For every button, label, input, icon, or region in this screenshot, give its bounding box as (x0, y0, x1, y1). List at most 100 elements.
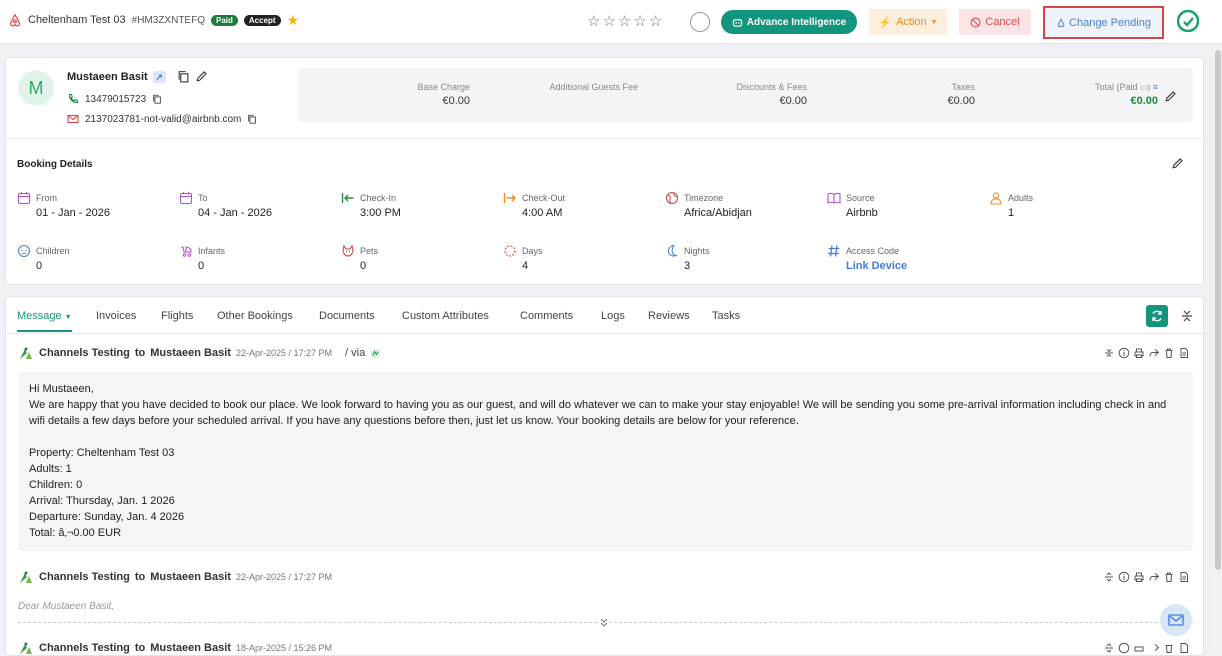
change-pending-button[interactable]: Change Pending (1043, 6, 1164, 39)
timezone: Timezone Africa/Abidjan (665, 191, 815, 223)
compose-message-button[interactable] (1160, 604, 1192, 636)
print-icon[interactable] (1133, 347, 1145, 359)
trash-icon[interactable] (1163, 571, 1175, 583)
tab-documents[interactable]: Documents (319, 310, 375, 322)
access-code: Access Code Link Device (827, 244, 977, 276)
link-device-link[interactable]: Link Device (846, 260, 907, 272)
rating-star-icon[interactable]: ☆ (649, 12, 662, 30)
message-actions (1103, 571, 1190, 583)
message-actions (1103, 347, 1190, 359)
tab-flights[interactable]: Flights (161, 310, 193, 322)
print-icon[interactable] (1133, 571, 1145, 583)
total: Total (Paid ▭) ≡ €0.00 (1038, 82, 1158, 107)
from-value: 01 - Jan - 2026 (36, 207, 110, 219)
phone-row: 13479015723 (67, 93, 162, 105)
copy-phone-icon[interactable] (152, 94, 162, 104)
message-actions (1103, 642, 1190, 654)
info-icon[interactable] (1118, 642, 1130, 654)
tabs-bar: Message ▼ Invoices Flights Other Booking… (6, 297, 1205, 334)
tab-other-bookings[interactable]: Other Bookings (217, 310, 293, 322)
globe-icon (665, 191, 679, 205)
expand-chevron-icon[interactable] (598, 616, 610, 628)
message-header[interactable]: Channels Testing to Mustaeen Basit 18-Ap… (18, 641, 332, 655)
message-header[interactable]: Channels Testing to Mustaeen Basit 22-Ap… (18, 346, 381, 360)
infants-label: Infants (198, 246, 226, 256)
children: Children 0 (17, 244, 167, 276)
total-value: €0.00 (1130, 95, 1158, 107)
external-link-icon[interactable]: ↗ (152, 70, 166, 83)
caret-down-icon: ▼ (64, 314, 72, 321)
caret-down-icon: ▼ (930, 18, 938, 26)
expand-message-icon[interactable] (1103, 571, 1115, 583)
action-label: Action (896, 16, 927, 28)
to-label: To (198, 193, 208, 203)
message-to: to (134, 642, 146, 654)
pets-label: Pets (360, 246, 379, 256)
collapse-all-button[interactable] (1176, 305, 1198, 327)
forward-icon[interactable] (1148, 571, 1160, 583)
copy-icon[interactable] (177, 70, 190, 83)
print-icon[interactable] (1133, 642, 1145, 654)
expand-message-icon[interactable] (1103, 642, 1115, 654)
edit-pencil-icon[interactable] (195, 70, 208, 83)
message-recipient: Mustaeen Basit (150, 642, 231, 654)
booking-code: #HM3ZXNTEFQ (131, 14, 205, 26)
action-button[interactable]: ⚡ Action ▼ (869, 9, 947, 35)
change-pending-label: Change Pending (1069, 16, 1151, 29)
guest-avatar: M (18, 70, 54, 106)
message-sender: Channels Testing (39, 642, 130, 654)
rating-stars[interactable]: ☆ ☆ ☆ ☆ ☆ (587, 12, 662, 30)
message-to: to (134, 571, 146, 583)
message-line: Total: â‚¬0.00 EUR (29, 527, 122, 539)
tab-custom-attributes[interactable]: Custom Attributes (402, 310, 489, 322)
rating-star-icon[interactable]: ☆ (587, 12, 600, 30)
tab-logs[interactable]: Logs (601, 310, 625, 322)
trash-icon[interactable] (1163, 347, 1175, 359)
document-icon[interactable] (1178, 642, 1190, 654)
tab-tasks[interactable]: Tasks (712, 310, 740, 322)
edit-booking-details-icon[interactable] (1171, 157, 1184, 170)
tab-invoices[interactable]: Invoices (96, 310, 136, 322)
message-header[interactable]: Channels Testing to Mustaeen Basit 22-Ap… (18, 570, 332, 584)
info-icon[interactable] (1118, 571, 1130, 583)
favorite-star-icon[interactable]: ★ (287, 13, 300, 27)
message-recipient: Mustaeen Basit (150, 571, 231, 583)
rating-star-icon[interactable]: ☆ (618, 12, 631, 30)
rating-star-icon[interactable]: ☆ (633, 12, 646, 30)
refresh-button[interactable] (1146, 305, 1168, 327)
infants-value: 0 (198, 260, 205, 272)
tab-reviews[interactable]: Reviews (648, 310, 690, 322)
document-icon[interactable] (1178, 347, 1190, 359)
total-label-row: Total (Paid ▭) ≡ (1038, 82, 1158, 92)
email-row: 2137023781-not-valid@airbnb.com (67, 113, 257, 125)
document-icon[interactable] (1178, 571, 1190, 583)
message-line: Adults: 1 (29, 463, 72, 475)
user-avatar-icon[interactable] (1177, 10, 1199, 32)
rating-star-icon[interactable]: ☆ (602, 12, 615, 30)
cancel-button[interactable]: Cancel (959, 9, 1031, 35)
lightning-icon: ⚡ (878, 16, 893, 29)
collapse-message-icon[interactable] (1103, 347, 1115, 359)
airbnb-small-icon (1057, 17, 1065, 27)
forward-icon[interactable] (1148, 642, 1160, 654)
status-toggle[interactable] (690, 12, 710, 32)
airbnb-icon (10, 13, 20, 27)
days: Days 4 (503, 244, 653, 276)
taxes-label: Taxes (951, 82, 975, 92)
trash-icon[interactable] (1163, 642, 1175, 654)
charges-summary: Base Charge €0.00 Additional Guests Fee … (298, 68, 1193, 122)
tab-comments[interactable]: Comments (520, 310, 573, 322)
tab-message[interactable]: Message ▼ (17, 310, 72, 332)
edit-charges-icon[interactable] (1164, 90, 1177, 103)
forward-icon[interactable] (1148, 347, 1160, 359)
guests-fee: Additional Guests Fee (526, 82, 638, 92)
page-scrollbar-thumb[interactable] (1215, 50, 1221, 570)
advance-intelligence-button[interactable]: Advance Intelligence (721, 10, 857, 34)
copy-email-icon[interactable] (247, 114, 257, 124)
accept-badge: Accept (243, 14, 281, 26)
top-bar: Cheltenham Test 03 #HM3ZXNTEFQ Paid Acce… (0, 0, 1222, 44)
messages-card: Message ▼ Invoices Flights Other Booking… (5, 296, 1205, 656)
access-code-label: Access Code (846, 246, 900, 256)
info-icon[interactable] (1118, 347, 1130, 359)
message-line: Departure: Sunday, Jan. 4 2026 (29, 511, 185, 523)
